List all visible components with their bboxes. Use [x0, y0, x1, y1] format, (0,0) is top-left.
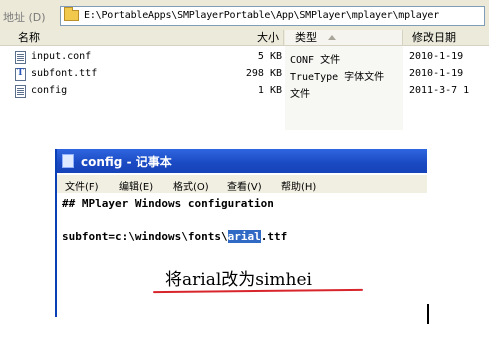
column-header-size[interactable]: 大小	[226, 30, 284, 45]
column-header-row: 名称 大小 类型 修改日期	[0, 30, 489, 46]
folder-icon	[64, 7, 79, 21]
file-date: 2011-3-7 1	[409, 85, 470, 96]
menu-view[interactable]: 查看(V)	[227, 178, 262, 193]
file-name: input.conf	[31, 51, 92, 62]
file-type: 文件	[290, 89, 310, 100]
file-date: 2010-1-19	[409, 68, 464, 79]
notepad-titlebar[interactable]: config - 记事本	[57, 149, 427, 173]
file-type: CONF 文件	[290, 55, 341, 66]
text-line-2-suffix: .ttf	[260, 230, 288, 243]
window-title: config - 记事本	[81, 155, 172, 169]
selected-text: arial	[227, 230, 261, 243]
text-line-2[interactable]: subfont=c:\windows\fonts\arial.ttf	[62, 230, 287, 243]
menu-edit[interactable]: 编辑(E)	[119, 178, 153, 193]
file-row[interactable]: subfont.ttf 298 KB TrueType 字体文件 2010-1-…	[0, 66, 489, 83]
file-name: config	[31, 85, 68, 96]
menu-bar: 文件(F) 编辑(E) 格式(O) 查看(V) 帮助(H)	[57, 175, 427, 193]
column-header-type[interactable]: 类型	[285, 30, 403, 45]
text-file-icon	[15, 85, 26, 98]
file-date: 2010-1-19	[409, 51, 464, 62]
menu-help[interactable]: 帮助(H)	[281, 178, 316, 193]
sort-ascending-icon	[328, 35, 336, 40]
column-header-type-label: 类型	[295, 31, 317, 44]
file-name: subfont.ttf	[31, 68, 98, 79]
address-input[interactable]: E:\PortableApps\SMPlayerPortable\App\SMP…	[60, 6, 485, 26]
file-size: 298 KB	[245, 68, 282, 79]
column-header-date[interactable]: 修改日期	[404, 30, 489, 45]
annotation-text: 将arial改为simhei	[165, 270, 312, 290]
menu-format[interactable]: 格式(O)	[173, 178, 209, 193]
address-bar: 地址 (D) E:\PortableApps\SMPlayerPortable\…	[0, 0, 489, 31]
text-file-icon	[15, 51, 26, 64]
text-caret	[427, 304, 429, 324]
font-file-icon	[15, 68, 26, 81]
text-line-1[interactable]: ## MPlayer Windows configuration	[62, 197, 274, 210]
file-row[interactable]: input.conf 5 KB CONF 文件 2010-1-19	[0, 49, 489, 66]
file-size: 1 KB	[257, 85, 282, 96]
menu-file[interactable]: 文件(F)	[65, 178, 99, 193]
address-label: 地址 (D)	[3, 11, 46, 24]
text-line-2-prefix: subfont=c:\windows\fonts\	[62, 230, 228, 243]
file-row[interactable]: config 1 KB 文件 2011-3-7 1	[0, 83, 489, 100]
file-size: 5 KB	[257, 51, 282, 62]
notepad-icon	[62, 154, 74, 168]
file-type: TrueType 字体文件	[290, 72, 385, 83]
address-path: E:\PortableApps\SMPlayerPortable\App\SMP…	[84, 10, 440, 21]
